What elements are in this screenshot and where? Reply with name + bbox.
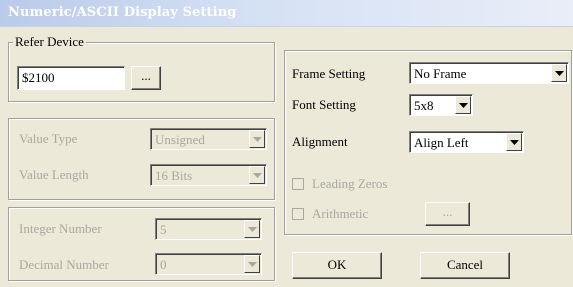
font-setting-select[interactable]: 5x8 bbox=[409, 94, 473, 116]
value-length-select[interactable]: 16 Bits bbox=[150, 164, 267, 186]
leading-zeros-label: Leading Zeros bbox=[312, 176, 388, 191]
frame-setting-value: No Frame bbox=[414, 66, 467, 81]
integer-number-select[interactable]: 5 bbox=[155, 218, 262, 240]
value-length-label: Value Length bbox=[19, 167, 89, 182]
arithmetic-checkbox[interactable] bbox=[292, 208, 304, 220]
ok-button[interactable]: OK bbox=[292, 252, 382, 279]
chevron-down-icon[interactable] bbox=[244, 255, 260, 273]
decimal-number-label: Decimal Number bbox=[19, 257, 109, 272]
frame-setting-select[interactable]: No Frame bbox=[409, 62, 569, 84]
arithmetic-label: Arithmetic bbox=[312, 206, 369, 221]
chevron-down-icon[interactable] bbox=[249, 130, 265, 148]
font-setting-value: 5x8 bbox=[414, 98, 434, 113]
value-type-value: Unsigned bbox=[155, 132, 205, 147]
decimal-number-select[interactable]: 0 bbox=[155, 253, 262, 275]
chevron-down-icon[interactable] bbox=[455, 96, 471, 114]
value-type-label: Value Type bbox=[19, 131, 78, 146]
alignment-label: Alignment bbox=[292, 134, 348, 149]
value-length-value: 16 Bits bbox=[155, 168, 193, 183]
frame-setting-label: Frame Setting bbox=[292, 66, 366, 81]
integer-number-value: 5 bbox=[160, 222, 167, 237]
chevron-down-icon[interactable] bbox=[249, 166, 265, 184]
chevron-down-icon[interactable] bbox=[551, 64, 567, 82]
font-setting-label: Font Setting bbox=[292, 97, 356, 112]
cancel-button[interactable]: Cancel bbox=[420, 252, 510, 279]
window-title: Numeric/ASCII Display Setting bbox=[8, 5, 237, 20]
decimal-number-value: 0 bbox=[160, 257, 167, 272]
arithmetic-button[interactable]: ... bbox=[425, 202, 470, 226]
refer-device-input[interactable]: $2100 bbox=[17, 66, 125, 90]
value-type-select[interactable]: Unsigned bbox=[150, 128, 267, 150]
title-bar: Numeric/ASCII Display Setting bbox=[0, 0, 573, 27]
refer-device-browse-button[interactable]: ... bbox=[131, 66, 161, 90]
integer-number-label: Integer Number bbox=[19, 221, 102, 236]
alignment-select[interactable]: Align Left bbox=[409, 131, 524, 153]
leading-zeros-checkbox[interactable] bbox=[292, 178, 304, 190]
chevron-down-icon[interactable] bbox=[506, 133, 522, 151]
refer-device-legend: Refer Device bbox=[13, 34, 86, 50]
alignment-value: Align Left bbox=[414, 135, 469, 150]
chevron-down-icon[interactable] bbox=[244, 220, 260, 238]
